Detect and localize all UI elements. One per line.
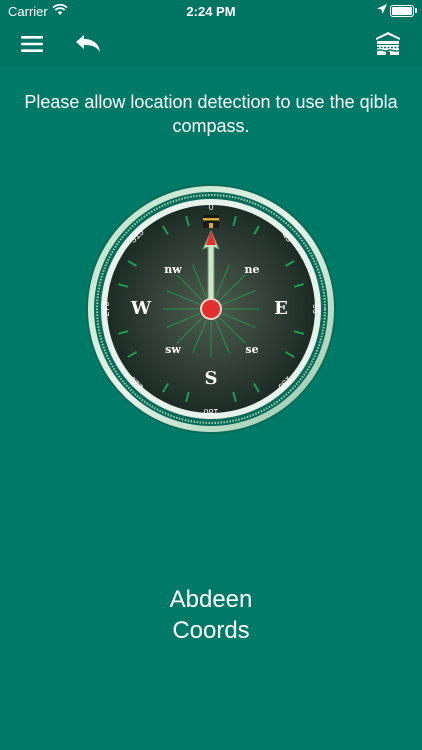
kaaba-marker-icon: [203, 215, 219, 228]
intercardinal-ne: ne: [245, 263, 260, 276]
clock-time: 2:24 PM: [186, 4, 236, 19]
location-permission-message: Please allow location detection to use t…: [24, 92, 398, 136]
cardinal-south: S: [205, 368, 218, 389]
intercardinal-nw: nw: [164, 263, 182, 276]
intercardinal-se: se: [245, 343, 258, 356]
qibla-compass: 0 45 90 135 180 225 270 315 W E S nw ne …: [85, 183, 337, 435]
location-arrow-icon: [376, 3, 388, 18]
status-bar: Carrier 2:24 PM: [0, 0, 422, 22]
degree-180: 180: [203, 407, 218, 417]
location-name: Abdeen Coords: [0, 584, 422, 646]
navigation-bar: [0, 22, 422, 66]
degree-90: 90: [311, 304, 321, 314]
hamburger-menu-icon[interactable]: [16, 28, 48, 60]
degree-0: 0: [208, 202, 213, 212]
undo-arrow-icon[interactable]: [72, 28, 104, 60]
kaaba-icon[interactable]: [372, 28, 404, 60]
degree-270: 270: [101, 301, 111, 316]
location-line-2: Coords: [172, 617, 250, 644]
cardinal-east: E: [274, 298, 288, 319]
location-line-1: Abdeen: [169, 586, 253, 613]
cardinal-west: W: [130, 298, 152, 319]
intercardinal-sw: sw: [165, 343, 181, 356]
battery-icon: [390, 5, 417, 17]
